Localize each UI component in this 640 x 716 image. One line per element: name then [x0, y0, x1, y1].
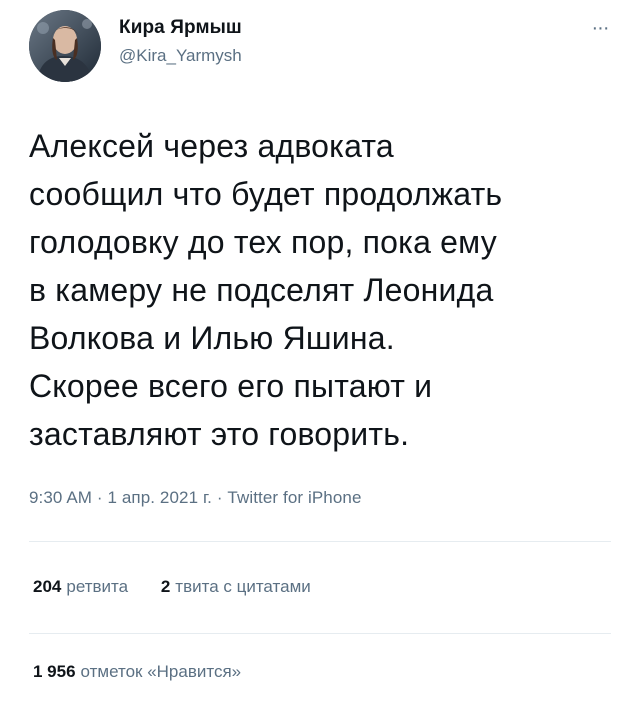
tweet-card: Кира Ярмыш @Kira_Yarmysh ··· Алексей чер… [0, 0, 640, 716]
divider [29, 541, 611, 542]
divider [29, 633, 611, 634]
engagement-stats: 204 ретвита 2 твита с цитатами [33, 576, 311, 598]
likes-row: 1 956 отметок «Нравится» [33, 661, 241, 683]
avatar[interactable] [29, 10, 101, 82]
user-handle[interactable]: @Kira_Yarmysh [119, 46, 242, 66]
likes-stat[interactable]: 1 956 отметок «Нравится» [33, 661, 241, 683]
tweet-text: Алексей через адвоката сообщил что будет… [29, 128, 503, 452]
more-options-button[interactable]: ··· [586, 18, 614, 40]
display-name[interactable]: Кира Ярмыш [119, 17, 242, 39]
likes-label: отметок «Нравится» [80, 662, 242, 681]
more-horizontal-icon: ··· [591, 17, 610, 39]
quotes-count: 2 [160, 577, 171, 596]
retweets-label: ретвита [66, 577, 129, 596]
tweet-metadata[interactable]: 9:30 AM · 1 апр. 2021 г. · Twitter for i… [29, 487, 362, 509]
likes-count: 1 956 [33, 662, 76, 681]
retweets-stat[interactable]: 204 ретвита [33, 576, 128, 598]
quotes-stat[interactable]: 2 твита с цитатами [161, 576, 311, 598]
retweets-count: 204 [33, 577, 62, 596]
avatar-photo [29, 10, 101, 82]
quotes-label: твита с цитатами [175, 577, 311, 596]
author-info: Кира Ярмыш @Kira_Yarmysh [119, 17, 242, 66]
